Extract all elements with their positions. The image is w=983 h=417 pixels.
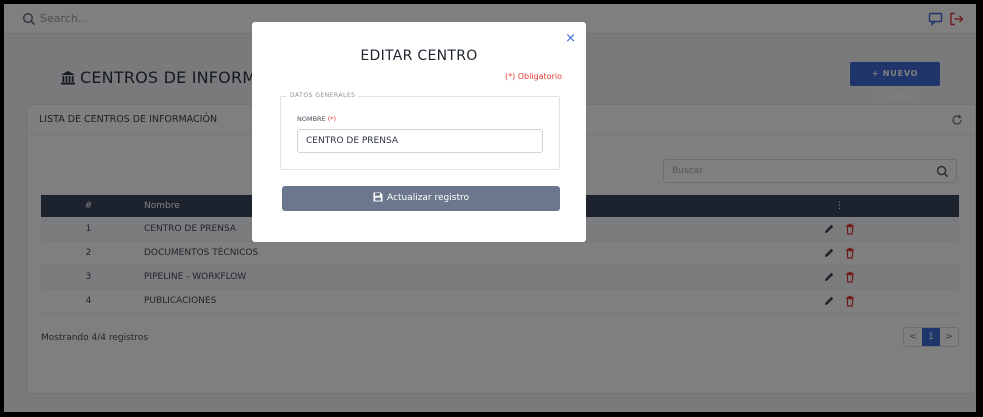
app-frame: Search... CENTROS DE INFORMACIÓN + NUEVO… bbox=[4, 4, 976, 412]
required-note: (*) Obligatorio bbox=[504, 72, 562, 81]
update-button-label: Actualizar registro bbox=[387, 193, 469, 203]
general-data-section: DATOS GENERALES NOMBRE (*) bbox=[280, 92, 560, 170]
name-field[interactable] bbox=[297, 129, 543, 153]
modal-title: EDITAR CENTRO bbox=[360, 48, 478, 64]
section-legend: DATOS GENERALES bbox=[287, 92, 359, 99]
floppy-icon bbox=[373, 192, 383, 202]
edit-center-modal: EDITAR CENTRO × (*) Obligatorio DATOS GE… bbox=[252, 22, 586, 242]
name-label-text: NOMBRE bbox=[297, 115, 326, 123]
required-mark: (*) bbox=[327, 115, 337, 123]
close-icon[interactable]: × bbox=[565, 32, 576, 45]
name-field-label: NOMBRE (*) bbox=[297, 115, 336, 123]
update-record-button[interactable]: Actualizar registro bbox=[282, 186, 560, 211]
